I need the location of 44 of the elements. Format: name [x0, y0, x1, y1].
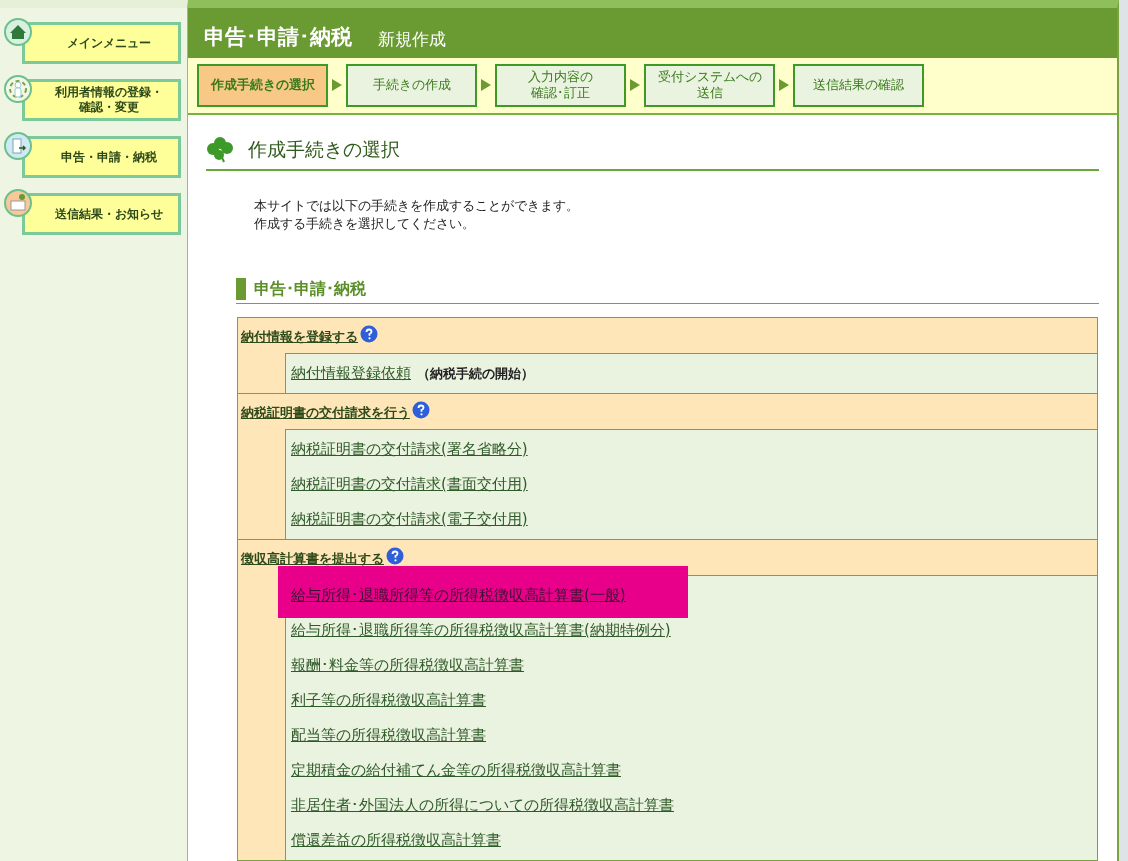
procedure-link[interactable]: 非居住者･外国法人の所得についての所得税徴収高計算書 — [291, 794, 674, 817]
procedure-link[interactable]: 納税証明書の交付請求(電子交付用) — [291, 508, 528, 531]
procedure-link[interactable]: 定期積金の給付補てん金等の所得税徴収高計算書 — [291, 759, 621, 782]
sidebar-menu-button[interactable]: 利用者情報の登録・ 確認・変更 — [22, 79, 181, 121]
procedure-link[interactable]: 償還差益の所得税徴収高計算書 — [291, 829, 501, 852]
progress-step: 送信結果の確認 — [793, 63, 924, 107]
help-icon[interactable] — [412, 400, 430, 419]
step-arrow-icon — [481, 79, 491, 92]
clover-icon — [206, 134, 234, 163]
procedure-link[interactable]: 納税証明書の交付請求(書面交付用) — [291, 473, 528, 496]
sidebar-menu-button[interactable]: 送信結果・お知らせ — [22, 193, 181, 235]
step-arrow-icon — [630, 79, 640, 92]
group-link[interactable]: 納付情報を登録する — [241, 326, 358, 347]
progress-step: 受付システムへの 送信 — [644, 63, 775, 107]
procedure-link[interactable]: 給与所得･退職所得等の所得税徴収高計算書(一般) — [291, 584, 626, 607]
section-heading: 作成手続きの選択 — [248, 136, 400, 162]
step-arrow-icon — [779, 79, 789, 92]
group-link[interactable]: 徴収高計算書を提出する — [241, 548, 384, 569]
page-header-title: 申告･申請･納税 — [204, 27, 352, 48]
house-icon — [4, 18, 32, 46]
help-icon[interactable] — [360, 324, 378, 343]
procedure-link[interactable]: 報酬･料金等の所得税徴収高計算書 — [291, 654, 524, 677]
procedure-link[interactable]: 利子等の所得税徴収高計算書 — [291, 689, 486, 712]
help-icon[interactable] — [386, 546, 404, 565]
person-icon — [4, 75, 32, 103]
procedure-link[interactable]: 納税証明書の交付請求(署名省略分) — [291, 438, 528, 461]
procedure-link[interactable]: 配当等の所得税徴収高計算書 — [291, 724, 486, 747]
step-arrow-icon — [332, 79, 342, 92]
subsection-heading: 申告･申請･納税 — [254, 278, 366, 300]
link-note: （納税手続の開始） — [417, 364, 534, 383]
intro-text: 本サイトでは以下の手続きを作成することができます。 — [254, 197, 580, 215]
group-link[interactable]: 納税証明書の交付請求を行う — [241, 402, 410, 423]
heading-marker — [236, 278, 246, 300]
door-icon — [4, 132, 32, 160]
progress-step: 手続きの作成 — [346, 63, 477, 107]
progress-step: 入力内容の 確認･訂正 — [495, 63, 626, 107]
sidebar-menu-button[interactable]: 申告・申請・納税 — [22, 136, 181, 178]
progress-step: 作成手続きの選択 — [197, 63, 328, 107]
intro-text: 作成する手続きを選択してください。 — [254, 215, 476, 233]
sidebar-menu-button[interactable]: メインメニュー — [22, 22, 181, 64]
procedure-link[interactable]: 納付情報登録依頼 — [291, 362, 411, 385]
envelope-icon — [4, 189, 32, 217]
page-header-subtitle: 新規作成 — [378, 31, 446, 48]
procedure-link[interactable]: 給与所得･退職所得等の所得税徴収高計算書(納期特例分) — [291, 619, 671, 642]
